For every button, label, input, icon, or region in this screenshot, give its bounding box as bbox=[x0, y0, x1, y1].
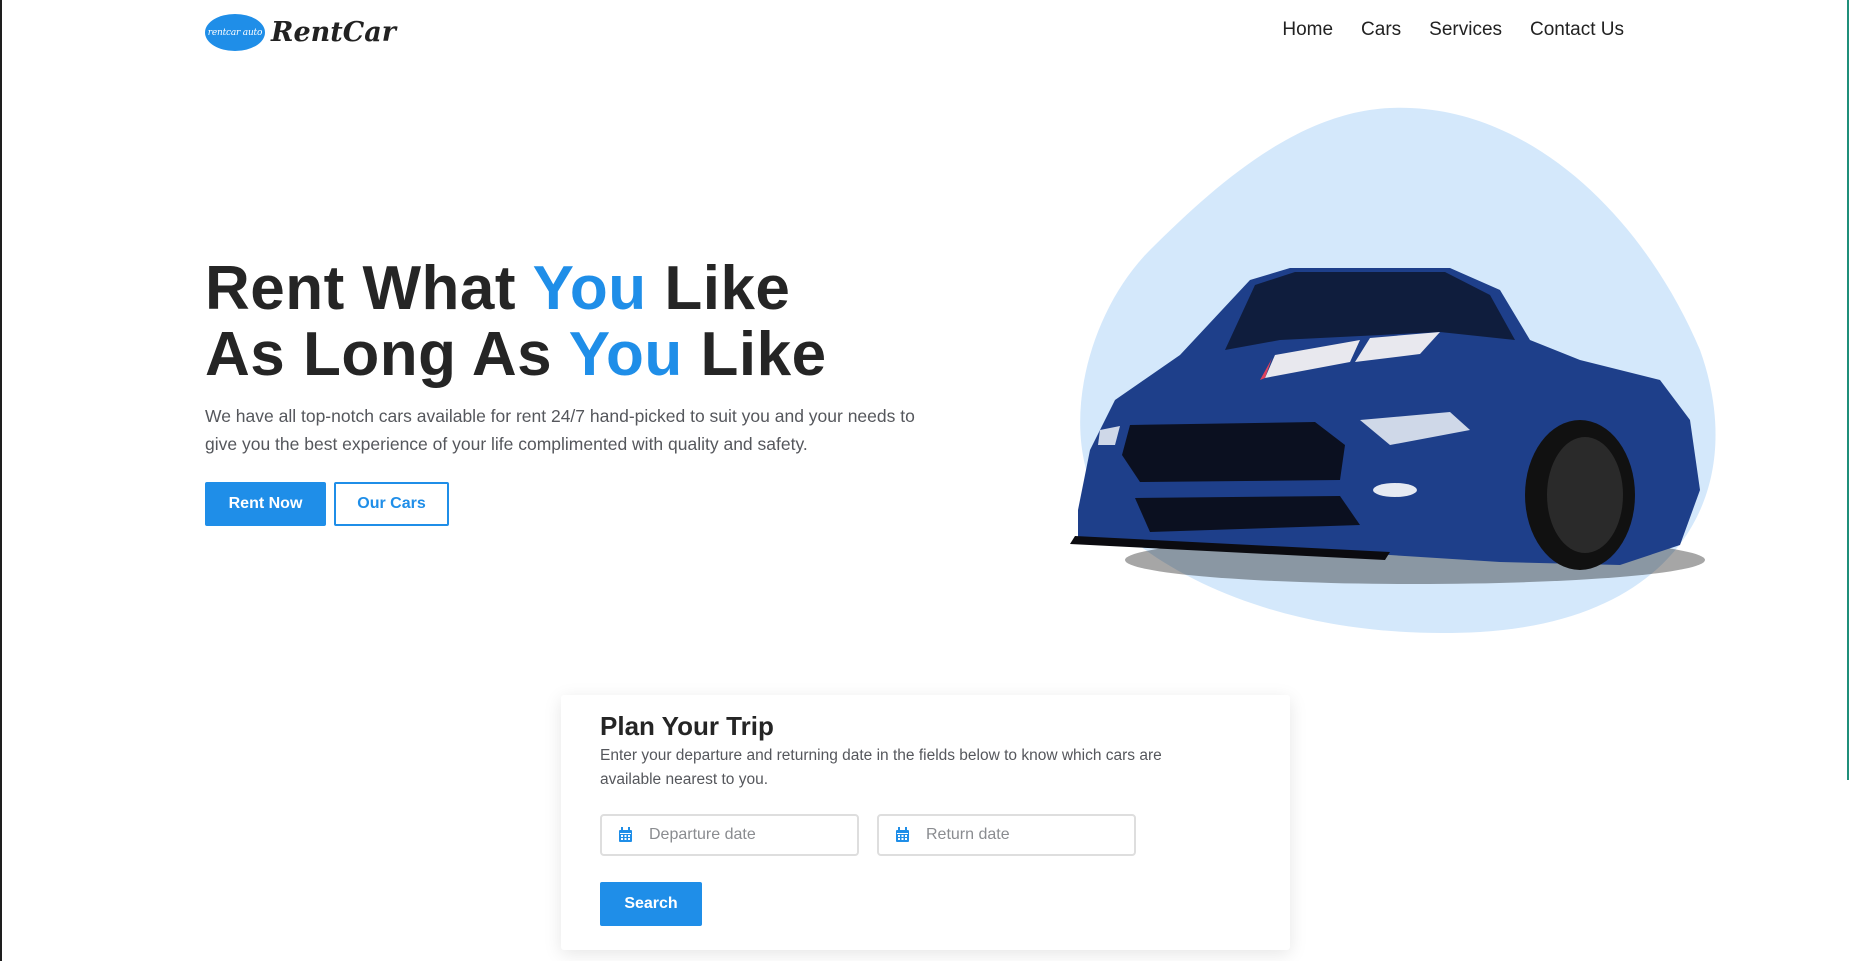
hero-line2-before: As Long As bbox=[205, 320, 569, 389]
our-cars-button[interactable]: Our Cars bbox=[334, 482, 449, 526]
logo-badge-text: rentcar auto bbox=[207, 27, 263, 38]
plan-trip-title: Plan Your Trip bbox=[600, 711, 774, 741]
logo[interactable]: rentcar auto RentCar bbox=[205, 14, 396, 51]
hero-line2-accent: You bbox=[568, 320, 683, 389]
calendar-icon bbox=[619, 827, 632, 842]
departure-date-field[interactable] bbox=[600, 814, 859, 856]
departure-date-input[interactable] bbox=[647, 825, 831, 845]
logo-text: RentCar bbox=[271, 17, 396, 48]
hero-line1-accent: You bbox=[532, 254, 647, 323]
window-edge-left bbox=[0, 0, 2, 961]
main-nav: Home Cars Services Contact Us bbox=[1282, 19, 1624, 41]
nav-cars[interactable]: Cars bbox=[1361, 19, 1401, 41]
hero-line1-before: Rent What bbox=[205, 254, 533, 323]
hero-description: We have all top-notch cars available for… bbox=[205, 406, 915, 454]
hero-car-image bbox=[1070, 107, 1716, 634]
hero-line1-after: Like bbox=[646, 254, 791, 323]
nav-contact-us[interactable]: Contact Us bbox=[1530, 19, 1624, 41]
plan-trip-description: Enter your departure and returning date … bbox=[600, 747, 1162, 788]
return-date-field[interactable] bbox=[877, 814, 1136, 856]
hero-title: Rent What You Like As Long As You Like bbox=[205, 256, 827, 388]
calendar-icon bbox=[896, 827, 909, 842]
logo-badge: rentcar auto bbox=[205, 14, 265, 51]
search-button[interactable]: Search bbox=[600, 882, 702, 926]
nav-services[interactable]: Services bbox=[1429, 19, 1502, 41]
return-date-input[interactable] bbox=[924, 825, 1108, 845]
plan-trip-card: Plan Your Trip Enter your departure and … bbox=[561, 695, 1290, 950]
hero-line2-after: Like bbox=[682, 320, 827, 389]
nav-home[interactable]: Home bbox=[1282, 19, 1333, 41]
rent-now-button[interactable]: Rent Now bbox=[205, 482, 326, 526]
